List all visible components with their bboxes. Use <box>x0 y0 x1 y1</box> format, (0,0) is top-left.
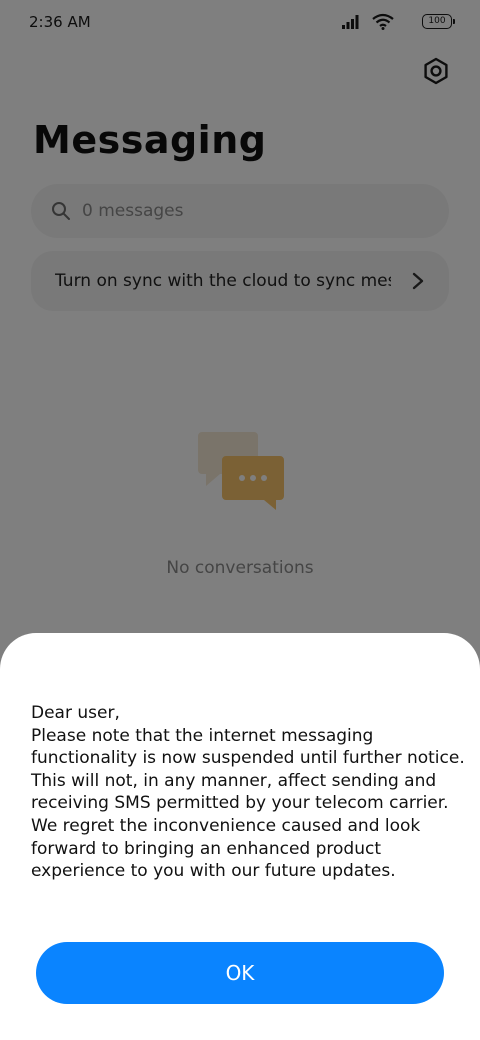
ok-button[interactable]: OK <box>36 942 444 1004</box>
notice-bottom-sheet: Dear user, Please note that the internet… <box>0 633 480 1040</box>
notice-message: Dear user, Please note that the internet… <box>31 703 465 882</box>
